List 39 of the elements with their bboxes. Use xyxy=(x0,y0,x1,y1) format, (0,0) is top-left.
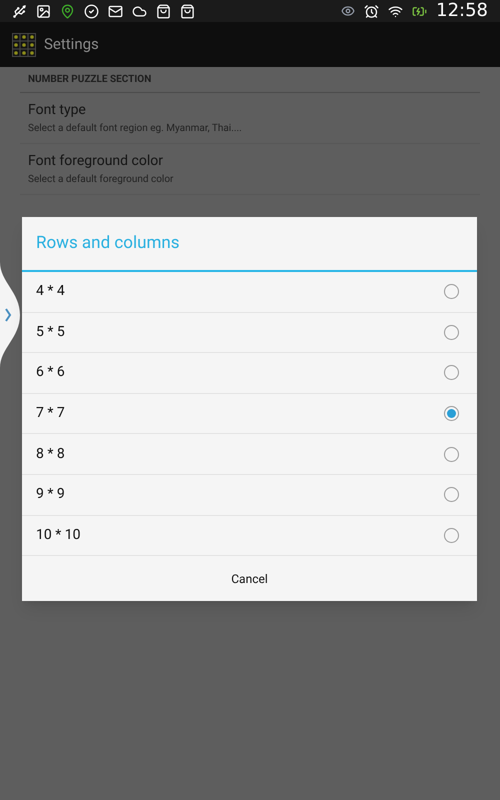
radio-button[interactable] xyxy=(444,446,459,462)
option-row[interactable]: 6 * 6 xyxy=(22,353,477,394)
image-icon xyxy=(36,4,51,18)
grid-logo-icon xyxy=(12,32,36,56)
radio-button[interactable] xyxy=(444,487,459,502)
option-row[interactable]: 5 * 5 xyxy=(22,312,477,354)
section-header: NUMBER PUZZLE SECTION xyxy=(20,72,480,93)
option-row[interactable]: 9 * 9 xyxy=(22,474,477,516)
radio-button[interactable] xyxy=(444,324,459,340)
screen-title: Settings xyxy=(44,34,99,56)
cancel-button[interactable]: Cancel xyxy=(22,556,477,602)
bag-icon xyxy=(180,4,195,18)
option-label: 10 * 10 xyxy=(36,526,82,545)
alarm-icon xyxy=(364,4,380,18)
option-row[interactable]: 4 * 4 xyxy=(22,272,477,313)
dialog-title: Rows and columns xyxy=(36,232,180,255)
cloud-icon xyxy=(132,4,147,18)
clock: 12:58 xyxy=(436,2,488,20)
option-label: 7 * 7 xyxy=(36,404,66,424)
mail-icon xyxy=(108,4,123,18)
radio-button[interactable] xyxy=(444,528,459,543)
radio-button[interactable] xyxy=(444,284,459,300)
bag-icon xyxy=(156,4,171,18)
option-label: 6 * 6 xyxy=(36,363,66,382)
usb-icon xyxy=(12,4,27,18)
eye-icon xyxy=(341,4,356,18)
radio-button[interactable] xyxy=(444,406,459,422)
option-label: 4 * 4 xyxy=(36,282,66,302)
option-label: 5 * 5 xyxy=(36,322,66,342)
option-label: 9 * 9 xyxy=(36,485,66,504)
option-label: 8 * 8 xyxy=(36,444,66,464)
side-tab-handle[interactable] xyxy=(0,262,22,368)
map-pin-icon xyxy=(60,4,75,18)
option-row[interactable]: 8 * 8 xyxy=(22,434,477,475)
radio-button[interactable] xyxy=(444,365,459,380)
wifi-icon xyxy=(388,4,404,18)
option-row[interactable]: 10 * 10 xyxy=(22,516,477,556)
option-row[interactable]: 7 * 7 xyxy=(22,394,477,434)
check-icon xyxy=(84,4,99,18)
